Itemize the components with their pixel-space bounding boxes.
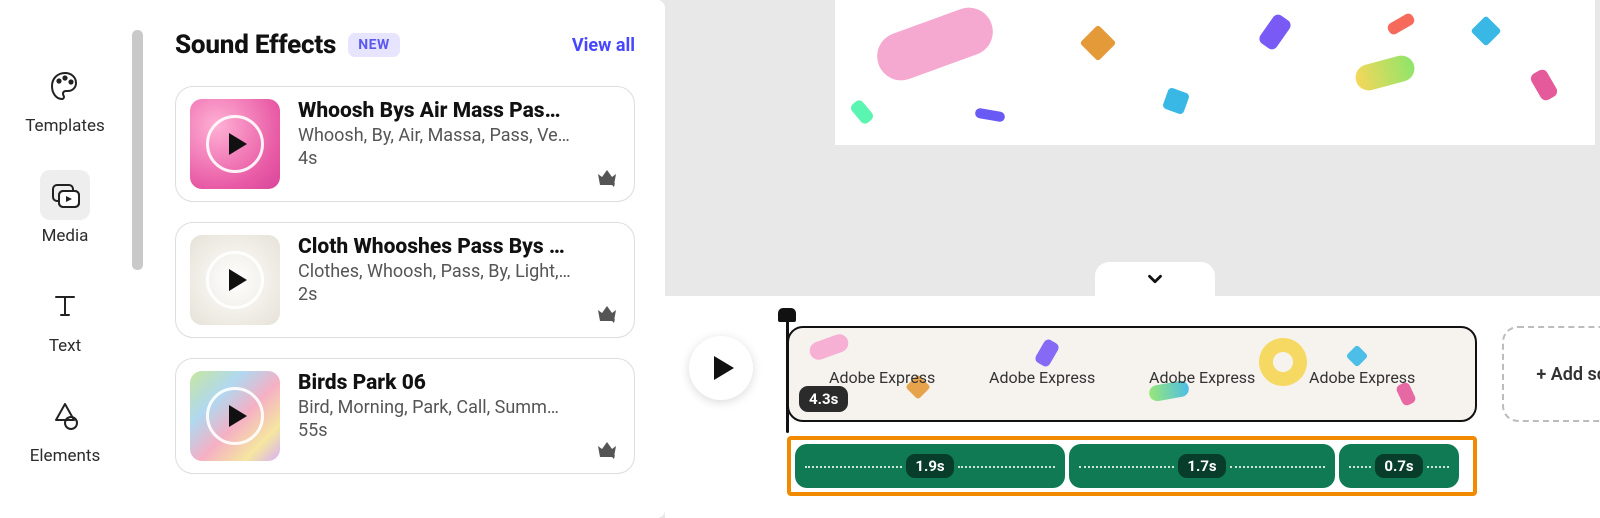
rail-item-elements[interactable]: Elements (0, 390, 130, 466)
sound-effect-title: Cloth Whooshes Pass Bys … (298, 235, 620, 259)
timeline-collapse-button[interactable] (1095, 262, 1215, 296)
templates-icon (40, 60, 90, 110)
sound-effect-duration: 2s (298, 284, 620, 305)
panel-scrollbar-thumb[interactable] (132, 30, 143, 270)
sound-effect-card[interactable]: Whoosh Bys Air Mass Pas… Whoosh, By, Air… (175, 86, 635, 202)
audio-clip[interactable]: 0.7s (1339, 444, 1459, 488)
panel-title: Sound Effects (175, 30, 336, 60)
elements-icon (40, 390, 90, 440)
text-icon (40, 280, 90, 330)
clip-watermark: Adobe Express (829, 368, 935, 387)
rail-label: Templates (25, 116, 105, 136)
premium-icon (594, 437, 620, 463)
rail-label: Elements (30, 446, 100, 466)
left-rail: Templates Media Text Elements (0, 0, 130, 518)
audio-clip-duration: 0.7s (1375, 454, 1422, 478)
rail-item-templates[interactable]: Templates (0, 60, 130, 136)
clip-watermark: Adobe Express (1309, 368, 1415, 387)
audio-clip[interactable]: 1.7s (1069, 444, 1335, 488)
media-icon (40, 170, 90, 220)
play-icon (229, 133, 247, 155)
audio-track-highlighted: 1.9s 1.7s 0.7s (787, 436, 1477, 496)
sound-effect-title: Birds Park 06 (298, 371, 620, 395)
sound-effect-thumb[interactable] (190, 99, 280, 189)
sound-effect-tags: Bird, Morning, Park, Call, Summ… (298, 397, 620, 418)
sound-effects-panel: Sound Effects NEW View all Whoosh Bys Ai… (145, 0, 665, 518)
play-button[interactable] (689, 336, 753, 400)
audio-clip-duration: 1.7s (1178, 454, 1225, 478)
video-clip[interactable]: Adobe Express Adobe Express Adobe Expres… (787, 326, 1477, 422)
timeline-tracks: Adobe Express Adobe Express Adobe Expres… (787, 326, 1477, 496)
timeline: Adobe Express Adobe Express Adobe Expres… (665, 296, 1600, 518)
add-scene-button[interactable]: + Add scene (1502, 326, 1600, 422)
clip-duration-badge: 4.3s (799, 386, 848, 412)
rail-item-media[interactable]: Media (0, 170, 130, 246)
chevron-down-icon (1144, 268, 1166, 290)
add-scene-label: + Add scene (1536, 364, 1600, 385)
premium-icon (594, 301, 620, 327)
rail-item-text[interactable]: Text (0, 280, 130, 356)
new-badge: NEW (348, 33, 400, 57)
canvas-preview[interactable] (835, 0, 1595, 145)
premium-icon (594, 165, 620, 191)
sound-effect-title: Whoosh Bys Air Mass Pas… (298, 99, 620, 123)
sound-effect-tags: Whoosh, By, Air, Massa, Pass, Ve… (298, 125, 620, 146)
panel-scrollbar[interactable] (130, 0, 145, 518)
play-icon (229, 269, 247, 291)
audio-clip-duration: 1.9s (906, 454, 953, 478)
audio-clip[interactable]: 1.9s (795, 444, 1065, 488)
sound-effect-duration: 4s (298, 148, 620, 169)
sound-effect-card[interactable]: Birds Park 06 Bird, Morning, Park, Call,… (175, 358, 635, 474)
sound-effect-tags: Clothes, Whoosh, Pass, By, Light,… (298, 261, 620, 282)
sound-effect-thumb[interactable] (190, 235, 280, 325)
view-all-link[interactable]: View all (572, 35, 635, 56)
sound-effect-card[interactable]: Cloth Whooshes Pass Bys … Clothes, Whoos… (175, 222, 635, 338)
rail-label: Text (49, 336, 81, 356)
sound-effect-thumb[interactable] (190, 371, 280, 461)
sound-effect-duration: 55s (298, 420, 620, 441)
clip-watermark: Adobe Express (1149, 368, 1255, 387)
stage: Adobe Express Adobe Express Adobe Expres… (665, 0, 1600, 518)
play-icon (714, 356, 734, 380)
clip-watermark: Adobe Express (989, 368, 1095, 387)
play-icon (229, 405, 247, 427)
rail-label: Media (42, 226, 89, 246)
